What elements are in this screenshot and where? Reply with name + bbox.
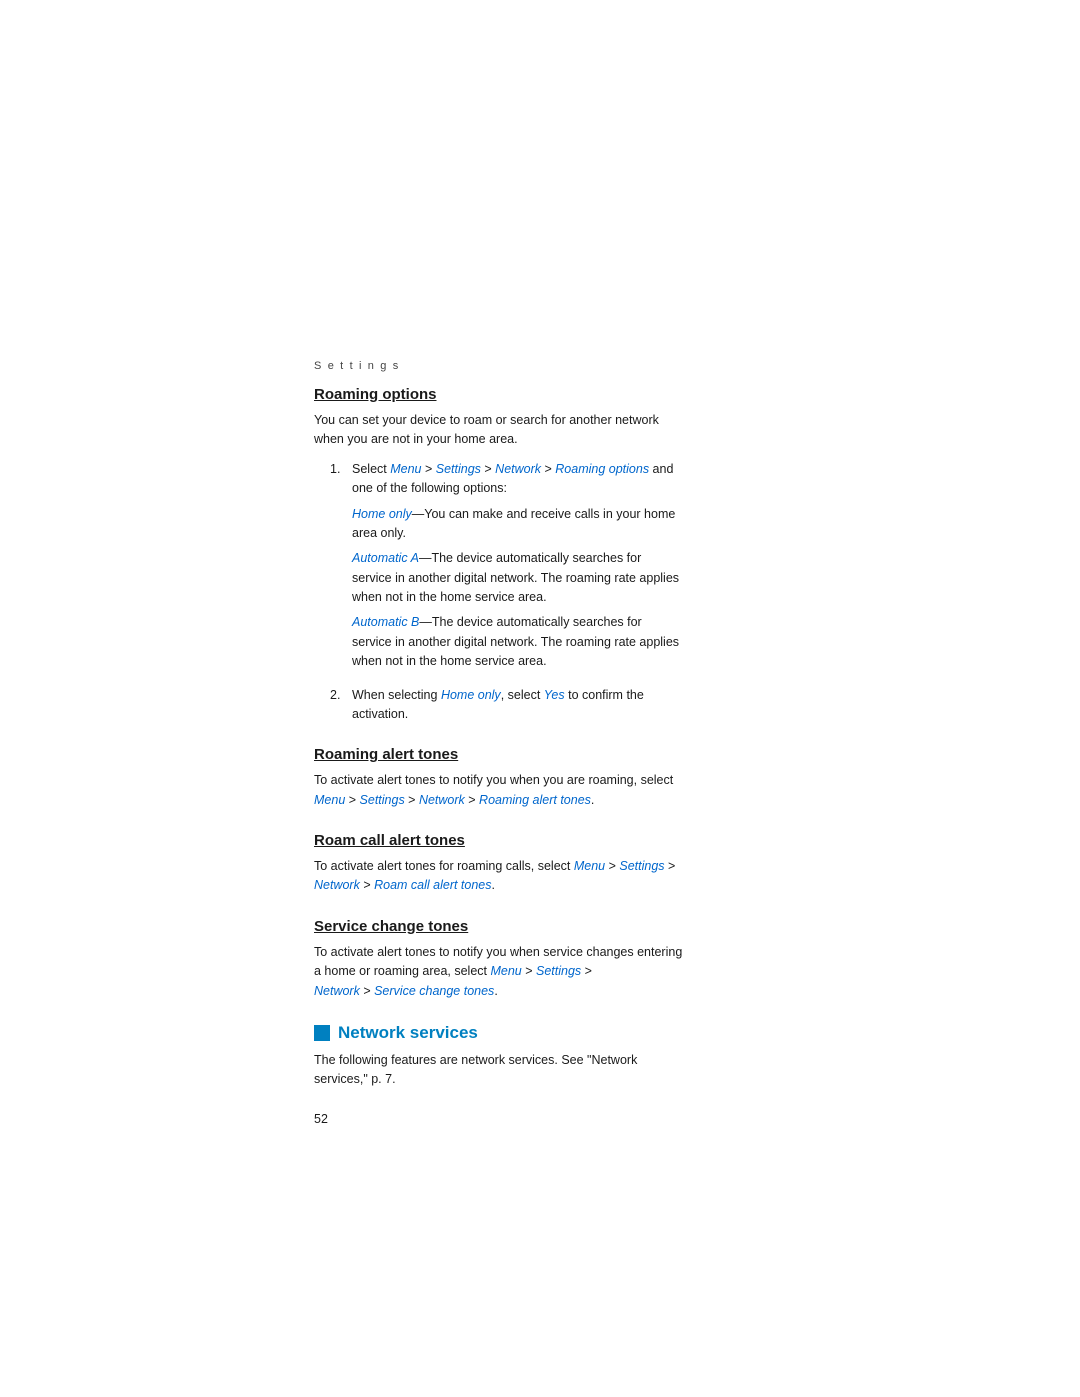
option-automatic-b: Automatic B—The device automatically sea… <box>352 613 684 671</box>
section-service-change-tones: Service change tones To activate alert t… <box>314 918 684 1001</box>
network-services-heading: Network services <box>314 1023 684 1043</box>
automatic-b-link[interactable]: Automatic B <box>352 615 419 629</box>
network-services-title: Network services <box>338 1023 478 1043</box>
page: S e t t i n g s Roaming options You can … <box>0 0 1080 1397</box>
roaming-options-list: 1. Select Menu > Settings > Network > Ro… <box>330 460 684 725</box>
home-only-link[interactable]: Home only <box>352 507 412 521</box>
menu-link[interactable]: Menu <box>314 793 345 807</box>
section-roam-call-alert-tones: Roam call alert tones To activate alert … <box>314 832 684 896</box>
menu-link[interactable]: Menu <box>390 462 421 476</box>
roaming-alert-tones-body: To activate alert tones to notify you wh… <box>314 771 684 810</box>
network-services-body: The following features are network servi… <box>314 1051 684 1090</box>
item2-text: When selecting Home only, select Yes to … <box>352 688 644 721</box>
section-roaming-options: Roaming options You can set your device … <box>314 386 684 724</box>
settings-link[interactable]: Settings <box>360 793 405 807</box>
roam-call-alert-tones-title: Roam call alert tones <box>314 832 684 849</box>
content-area: S e t t i n g s Roaming options You can … <box>314 360 684 1126</box>
roaming-options-link[interactable]: Roaming options <box>555 462 649 476</box>
list-number: 2. <box>330 686 348 725</box>
list-number: 1. <box>330 460 348 678</box>
blue-square-icon <box>314 1025 330 1041</box>
roaming-options-intro: You can set your device to roam or searc… <box>314 411 684 450</box>
yes-link[interactable]: Yes <box>544 688 565 702</box>
settings-link[interactable]: Settings <box>436 462 481 476</box>
list-item-content: When selecting Home only, select Yes to … <box>352 686 684 725</box>
list-item-content: Select Menu > Settings > Network > Roami… <box>352 460 684 678</box>
section-roaming-alert-tones: Roaming alert tones To activate alert to… <box>314 746 684 810</box>
list-item: 1. Select Menu > Settings > Network > Ro… <box>330 460 684 678</box>
network-link[interactable]: Network <box>314 984 360 998</box>
menu-link[interactable]: Menu <box>490 964 521 978</box>
option-home-only-text: Home only—You can make and receive calls… <box>352 507 675 540</box>
option-automatic-a: Automatic A—The device automatically sea… <box>352 549 684 607</box>
service-change-tones-link[interactable]: Service change tones <box>374 984 494 998</box>
list-item: 2. When selecting Home only, select Yes … <box>330 686 684 725</box>
home-only-link2[interactable]: Home only <box>441 688 501 702</box>
service-change-tones-title: Service change tones <box>314 918 684 935</box>
network-link[interactable]: Network <box>419 793 465 807</box>
network-link[interactable]: Network <box>495 462 541 476</box>
option-automatic-b-text: Automatic B—The device automatically sea… <box>352 615 679 668</box>
service-change-tones-body: To activate alert tones to notify you wh… <box>314 943 684 1001</box>
breadcrumb: S e t t i n g s <box>314 360 684 372</box>
automatic-a-link[interactable]: Automatic A <box>352 551 419 565</box>
roam-call-alert-tones-link[interactable]: Roam call alert tones <box>374 878 491 892</box>
page-number: 52 <box>314 1112 684 1126</box>
roaming-alert-tones-link[interactable]: Roaming alert tones <box>479 793 591 807</box>
roam-call-alert-tones-body: To activate alert tones for roaming call… <box>314 857 684 896</box>
option-automatic-a-text: Automatic A—The device automatically sea… <box>352 551 679 604</box>
settings-link[interactable]: Settings <box>536 964 581 978</box>
menu-link[interactable]: Menu <box>574 859 605 873</box>
roaming-alert-tones-title: Roaming alert tones <box>314 746 684 763</box>
section-network-services: Network services The following features … <box>314 1023 684 1090</box>
network-link[interactable]: Network <box>314 878 360 892</box>
option-home-only: Home only—You can make and receive calls… <box>352 505 684 544</box>
settings-link[interactable]: Settings <box>619 859 664 873</box>
roaming-options-title: Roaming options <box>314 386 684 403</box>
item1-text: Select Menu > Settings > Network > Roami… <box>352 462 673 495</box>
